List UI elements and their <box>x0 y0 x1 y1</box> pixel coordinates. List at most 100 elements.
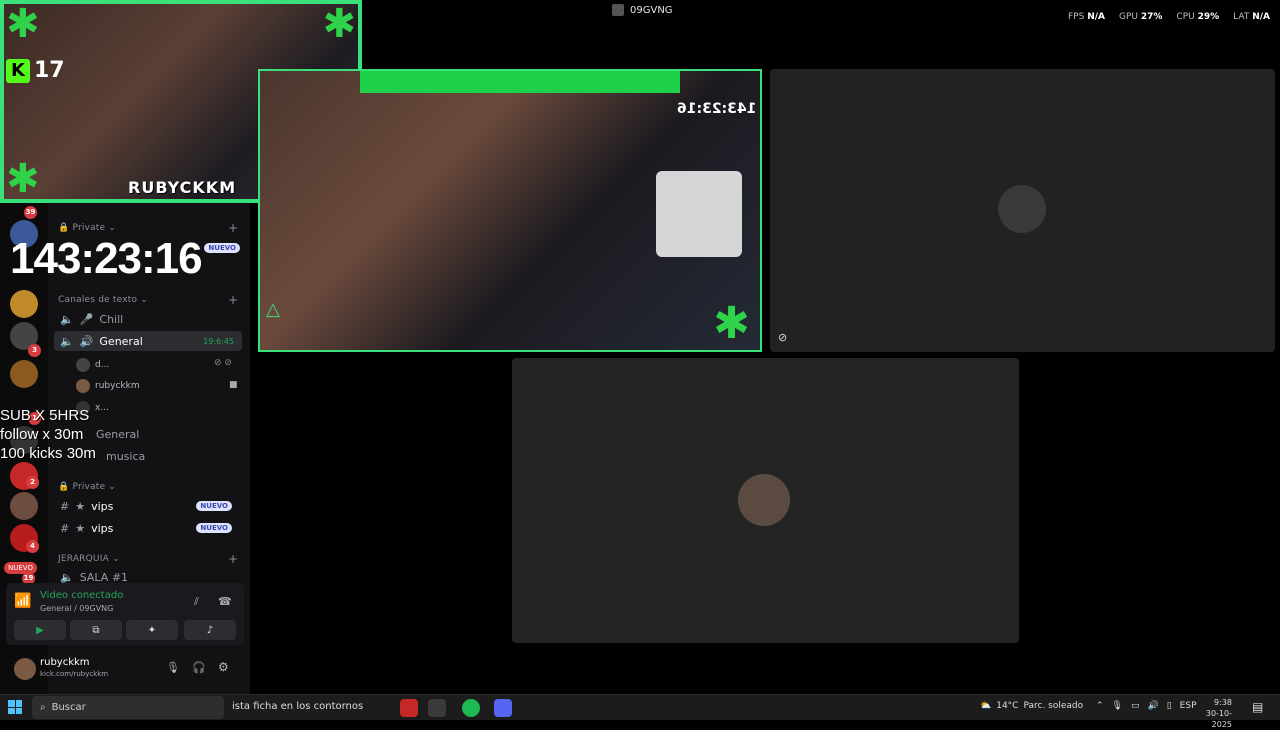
stream-tile[interactable]: 143:23:16 △ ✱ <box>258 69 762 352</box>
add-channel-icon[interactable]: + <box>228 293 238 307</box>
username: rubyckkm <box>40 657 90 668</box>
voice-status: Video conectado <box>40 590 124 601</box>
server-icon-4[interactable] <box>10 360 38 388</box>
add-channel-icon[interactable]: + <box>228 552 238 566</box>
avatar[interactable] <box>14 658 36 680</box>
avatar <box>998 185 1046 233</box>
nuevo-badge: NUEVO <box>196 501 232 511</box>
avatar <box>76 358 90 372</box>
category-private-2[interactable]: 🔒 Private ⌄ <box>58 482 116 492</box>
hash-icon: # <box>60 499 70 513</box>
channel-vips-2[interactable]: # ★ vips NUEVO <box>54 518 242 538</box>
fps-label: FPS <box>1067 12 1085 22</box>
category-text-channels[interactable]: Canales de texto ⌄ <box>58 295 148 305</box>
weather-widget[interactable]: ⛅ 14°C Parc. soleado <box>980 701 1083 711</box>
server-badge: 4 <box>26 540 39 553</box>
weather-desc: Parc. soleado <box>1023 701 1084 711</box>
voice-user-name: x... <box>95 403 109 413</box>
window-title: 09GVNG <box>612 4 673 16</box>
goal-item: follow x 30m <box>0 426 84 443</box>
server-badge: 3 <box>28 344 41 357</box>
camera-button[interactable]: ▶ <box>14 620 66 640</box>
notification-icon[interactable]: ▤ <box>1252 700 1263 714</box>
headphones-icon[interactable]: 🎧 <box>192 661 206 674</box>
category-label: Private <box>72 482 106 492</box>
soundboard-button[interactable]: ♪ <box>184 620 236 640</box>
call-duration: 19:6:45 <box>203 336 234 346</box>
noise-suppression-icon[interactable]: ⫽ <box>194 595 199 609</box>
cpu-stat: CPU 29% <box>1176 12 1219 22</box>
speaker-icon: 🔈 <box>60 334 74 348</box>
channel-chill[interactable]: 🔈 🎤 Chill <box>54 309 242 329</box>
nuevo-badge: NUEVO <box>204 243 240 253</box>
volume-icon[interactable]: 🔊 <box>1148 701 1159 711</box>
subathon-timer: 143:23:16 <box>10 234 203 283</box>
mic-icon[interactable]: 🎙 <box>1112 701 1123 711</box>
category-private[interactable]: 🔒 Private ⌄ <box>58 223 116 233</box>
streamer-name: RUBYCKKM <box>128 178 237 197</box>
category-label: Canales de texto <box>58 295 138 305</box>
avatar <box>738 474 790 526</box>
screen-share-button[interactable]: ⧉ <box>70 620 122 640</box>
avatar <box>76 379 90 393</box>
camera-icon: ■ <box>229 380 238 390</box>
user-status: kick.com/rubyckkm <box>40 670 109 678</box>
gear-icon[interactable]: ⚙ <box>218 660 229 674</box>
hash-icon: # <box>60 521 70 535</box>
server-icon <box>612 4 624 16</box>
volume-icon: 🔊 <box>79 334 94 348</box>
triangle-icon: △ <box>266 299 280 320</box>
language-indicator[interactable]: ESP <box>1180 701 1197 711</box>
activities-button[interactable]: ✦ <box>126 620 178 640</box>
performance-overlay: FPS N/A GPU 27% CPU 29% LAT N/A <box>1068 12 1270 22</box>
cpu-label: CPU <box>1176 12 1195 22</box>
server-icon-7[interactable] <box>10 492 38 520</box>
channel-label: General <box>99 334 143 348</box>
start-button[interactable] <box>8 700 22 714</box>
leaf-icon: ✱ <box>322 1 356 47</box>
voice-user-2[interactable]: rubyckkm <box>76 379 140 393</box>
system-tray: ⌃ 🎙 ▭ 🔊 ▯ ESP <box>1096 701 1197 711</box>
voice-user-1[interactable]: d... <box>76 358 109 372</box>
mic-icon[interactable]: 🎙 <box>166 661 180 674</box>
goal-item: 100 kicks 30m <box>0 445 96 462</box>
camera-off-icon: ⊘ <box>778 331 788 344</box>
battery-icon[interactable]: ▯ <box>1167 701 1172 711</box>
clock[interactable]: 9:38 30-10-2025 <box>1198 697 1232 730</box>
spotify-icon[interactable] <box>462 699 480 717</box>
network-icon[interactable]: ▭ <box>1131 701 1140 711</box>
jar-graphic <box>656 171 742 257</box>
user-panel: rubyckkm kick.com/rubyckkm 🎙 🎧 ⚙ <box>6 652 244 688</box>
star-icon: ★ <box>75 499 86 513</box>
server-badge: 2 <box>26 476 39 489</box>
window-title-text: 09GVNG <box>630 4 673 16</box>
channel-label: vips <box>91 499 114 513</box>
category-label: JERARQUIA <box>58 554 109 564</box>
channel-general-active[interactable]: 🔈 🔊 General 19:6:45 <box>54 331 242 351</box>
app-icon[interactable] <box>400 699 418 717</box>
category-jerarquia[interactable]: JERARQUIA ⌄ <box>58 554 120 564</box>
participant-tile-2[interactable] <box>512 358 1019 643</box>
search-icon: ⌕ <box>40 702 46 713</box>
participant-tile-1[interactable]: ⊘ <box>770 69 1275 352</box>
discord-icon[interactable] <box>494 699 512 717</box>
voice-user-name: rubyckkm <box>95 381 140 391</box>
channel-label: General <box>96 427 140 441</box>
category-label: Private <box>72 223 106 233</box>
channel-label: vips <box>91 521 114 535</box>
server-badge: 39 <box>24 206 37 219</box>
kick-badge: K 17 <box>6 58 65 83</box>
channel-vips-1[interactable]: # ★ vips NUEVO <box>54 496 242 516</box>
gpu-label: GPU <box>1118 12 1138 22</box>
chevron-up-icon[interactable]: ⌃ <box>1096 701 1104 711</box>
lat-value: N/A <box>1252 12 1270 22</box>
leaf-icon: ✱ <box>6 1 40 47</box>
fps-stat: FPS N/A <box>1068 12 1105 22</box>
server-icon-2[interactable] <box>10 290 38 318</box>
store-icon[interactable] <box>428 699 446 717</box>
disconnect-icon[interactable]: ☎ <box>218 595 232 608</box>
star-icon: ★ <box>75 521 86 535</box>
weather-icon: ⛅ <box>980 701 992 711</box>
add-channel-icon[interactable]: + <box>228 221 238 235</box>
taskbar-search[interactable]: ⌕ Buscar <box>32 696 224 719</box>
